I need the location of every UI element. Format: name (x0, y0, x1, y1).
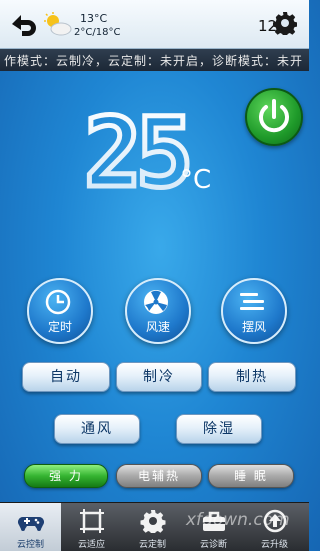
current-temperature: 13°C (80, 12, 108, 25)
tab-cloud-custom-label: 云定制 (138, 540, 166, 550)
status-ticker-text: 作模式：云制冷，云定制：未开启，诊断模式：未开 (4, 54, 304, 68)
swing-button[interactable]: 摆风 (221, 278, 287, 344)
electric-heat-toggle[interactable]: 电辅热 (116, 464, 202, 488)
power-button[interactable] (245, 88, 303, 146)
mode-cool-button[interactable]: 制冷 (116, 362, 202, 392)
temperature-unit: °C (180, 165, 211, 195)
mode-auto-button[interactable]: 自动 (22, 362, 110, 392)
status-ticker: 作模式：云制冷，云定制：未开启，诊断模式：未开 (0, 49, 309, 71)
watermark: xfdown.com (186, 510, 290, 530)
tab-cloud-adapt[interactable]: 云适应 (61, 503, 122, 551)
temperature-range: 2°C/18°C (74, 27, 121, 38)
mode-fan-button[interactable]: 通风 (54, 414, 140, 444)
swing-icon (240, 293, 264, 310)
back-icon[interactable] (8, 10, 40, 38)
temperature-value: 25 (84, 100, 188, 200)
fan-speed-button[interactable]: 风速 (125, 278, 191, 344)
partly-cloudy-icon (44, 12, 72, 36)
timer-button[interactable]: 定时 (27, 278, 93, 344)
clock-icon (45, 289, 71, 315)
power-icon (259, 99, 289, 133)
tab-cloud-custom[interactable]: 云定制 (122, 503, 183, 551)
tab-cloud-control[interactable]: 云控制 (0, 503, 61, 551)
mode-dry-button[interactable]: 除湿 (176, 414, 262, 444)
frame-icon (80, 509, 104, 533)
temperature-display: 25 °C (82, 100, 211, 200)
gamepad-icon (18, 517, 44, 531)
fan-icon (144, 290, 168, 314)
turbo-toggle[interactable]: 强 力 (24, 464, 108, 488)
swing-label: 摆风 (241, 320, 266, 334)
gear-icon (140, 510, 166, 533)
mode-heat-button[interactable]: 制热 (208, 362, 296, 392)
tab-cloud-adapt-label: 云适应 (77, 540, 105, 550)
fan-speed-label: 风速 (145, 320, 170, 334)
settings-gear-icon[interactable] (273, 11, 297, 35)
sleep-toggle[interactable]: 睡 眠 (208, 464, 294, 488)
tab-cloud-control-label: 云控制 (16, 540, 44, 550)
top-bar: 13°C 2°C/18°C 123 (0, 0, 309, 49)
timer-label: 定时 (47, 320, 72, 334)
tab-cloud-upgrade-label: 云升级 (260, 540, 288, 550)
tab-cloud-diagnose-label: 云诊断 (199, 540, 227, 550)
